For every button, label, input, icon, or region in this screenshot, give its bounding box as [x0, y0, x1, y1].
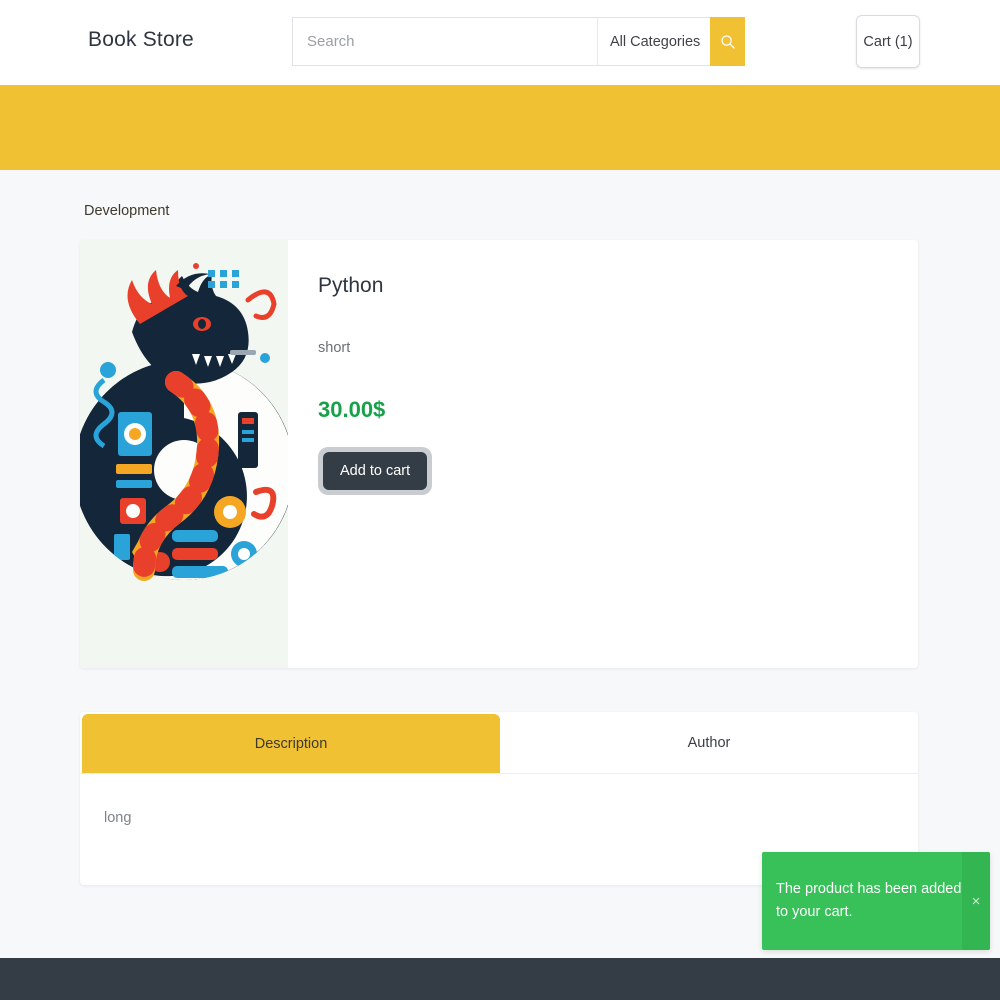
category-navbar: Development [0, 85, 1000, 219]
product-image [80, 240, 288, 668]
cart-button[interactable]: Cart (1) [856, 15, 920, 68]
toast-notification: The product has been added to your cart.… [762, 852, 990, 950]
nav-item-development[interactable]: Development [84, 203, 169, 219]
toast-close-icon[interactable]: × [962, 852, 990, 950]
add-to-cart-button[interactable]: Add to cart [323, 452, 428, 490]
search-input[interactable] [292, 17, 597, 66]
search-button[interactable] [710, 17, 745, 66]
category-select[interactable]: All Categories [597, 17, 710, 66]
product-title: Python [318, 274, 384, 297]
search-bar: All Categories [292, 17, 745, 66]
tab-description-label: Description [254, 735, 328, 752]
product-tabs: Description Author [80, 712, 918, 774]
tab-panel-description: long [104, 810, 132, 826]
search-icon [720, 34, 735, 49]
product-info: Python short 30.00$ Add to cart [288, 240, 918, 668]
category-select-label: All Categories [610, 33, 701, 50]
site-brand[interactable]: Book Store [88, 28, 194, 52]
tab-author-label: Author [687, 734, 731, 751]
site-footer [0, 958, 1000, 1000]
toast-message: The product has been added to your cart. [776, 881, 962, 921]
tab-author[interactable]: Author [500, 712, 918, 773]
cart-button-label: Cart (1) [863, 33, 913, 50]
product-price: 30.00$ [318, 397, 386, 422]
add-to-cart-focus-ring: Add to cart [318, 447, 433, 495]
product-card: Python short 30.00$ Add to cart [80, 240, 918, 668]
product-short-description: short [318, 340, 351, 356]
page-root: Book Store All Categories Cart (1) Devel… [0, 0, 1000, 1000]
tab-description[interactable]: Description [82, 714, 500, 773]
site-header: Book Store All Categories Cart (1) [0, 0, 1000, 85]
